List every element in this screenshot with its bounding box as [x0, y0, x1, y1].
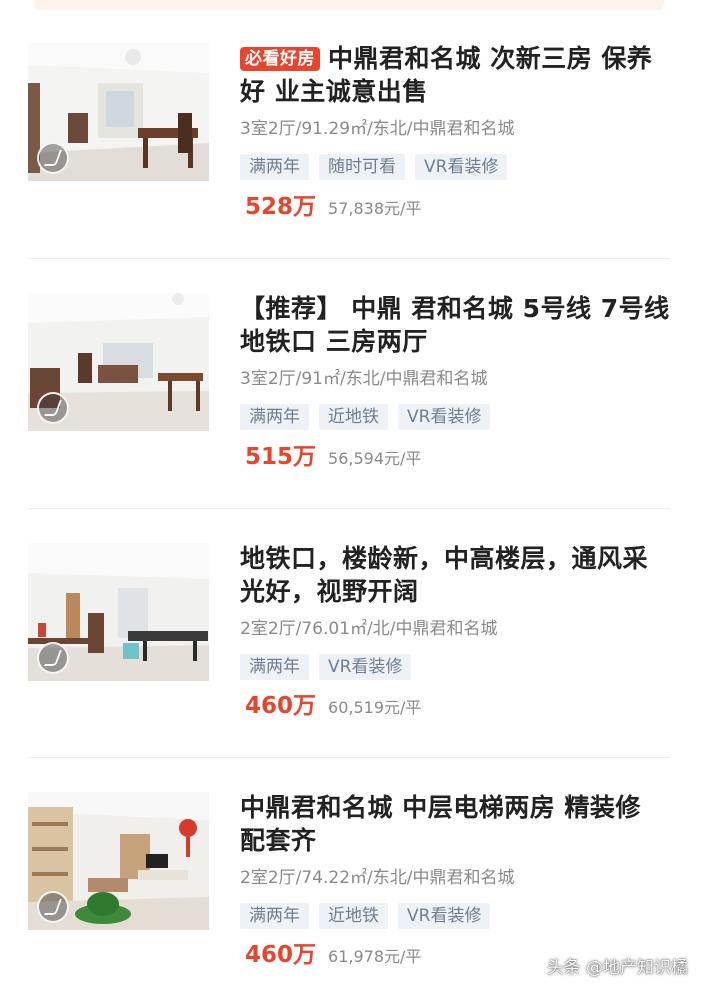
listing-tags: 满两年 随时可看 VR看装修 [240, 154, 508, 180]
unit-price: 57,838元/平 [328, 199, 422, 218]
total-price: 515万 [245, 444, 317, 470]
listing-title[interactable]: 必看好房 中鼎君和名城 次新三房 保养好 业主诚意出售 [240, 42, 670, 108]
listing-photo[interactable] [28, 543, 209, 681]
unit-price: 56,594元/平 [328, 449, 422, 468]
tag: 随时可看 [319, 154, 405, 180]
price-row: 528万 57,838元/平 [245, 192, 421, 222]
tag: VR看装修 [415, 154, 508, 180]
listing-title[interactable]: 【推荐】 中鼎 君和名城 5号线 7号线地铁口 三房两厅 [240, 292, 670, 358]
vr-tour-icon[interactable] [37, 392, 69, 424]
source-watermark: 头条 @地产知识橘 [546, 958, 688, 978]
listing-card-3[interactable]: 地铁口，楼龄新，中高楼层，通风采光好，视野开阔 2室2厅/76.01㎡/北/中鼎… [0, 500, 704, 750]
total-price: 460万 [245, 693, 317, 719]
listing-tags: 满两年 VR看装修 [240, 654, 412, 680]
tag: 近地铁 [319, 903, 388, 929]
listing-info: 2室2厅/76.01㎡/北/中鼎君和名城 [240, 619, 498, 639]
price-row: 460万 61,978元/平 [245, 940, 421, 970]
tag: 满两年 [240, 903, 309, 929]
listing-photo[interactable] [28, 43, 209, 181]
listing-tags: 满两年 近地铁 VR看装修 [240, 903, 491, 929]
listing-title[interactable]: 地铁口，楼龄新，中高楼层，通风采光好，视野开阔 [240, 542, 670, 608]
listing-photo[interactable] [28, 792, 209, 930]
tag: VR看装修 [398, 903, 491, 929]
tag: VR看装修 [319, 654, 412, 680]
unit-price: 61,978元/平 [328, 947, 422, 966]
tag: 近地铁 [319, 404, 388, 430]
listing-photo[interactable] [28, 293, 209, 431]
price-row: 515万 56,594元/平 [245, 442, 421, 472]
tag: 满两年 [240, 404, 309, 430]
price-row: 460万 60,519元/平 [245, 691, 421, 721]
listing-page: 必看好房 中鼎君和名城 次新三房 保养好 业主诚意出售 3室2厅/91.29㎡/东… [0, 0, 704, 988]
listing-info: 2室2厅/74.22㎡/东北/中鼎君和名城 [240, 868, 515, 888]
listing-card-1[interactable]: 必看好房 中鼎君和名城 次新三房 保养好 业主诚意出售 3室2厅/91.29㎡/东… [0, 0, 704, 250]
vr-tour-icon[interactable] [37, 642, 69, 674]
must-see-badge: 必看好房 [240, 47, 320, 71]
listing-info: 3室2厅/91㎡/东北/中鼎君和名城 [240, 369, 488, 389]
listing-tags: 满两年 近地铁 VR看装修 [240, 404, 491, 430]
tag: 满两年 [240, 154, 309, 180]
total-price: 460万 [245, 942, 317, 968]
vr-tour-icon[interactable] [37, 142, 69, 174]
unit-price: 60,519元/平 [328, 698, 422, 717]
tag: 满两年 [240, 654, 309, 680]
listing-card-2[interactable]: 【推荐】 中鼎 君和名城 5号线 7号线地铁口 三房两厅 3室2厅/91㎡/东北… [0, 250, 704, 500]
total-price: 528万 [245, 194, 317, 220]
listing-title[interactable]: 中鼎君和名城 中层电梯两房 精装修 配套齐 [240, 791, 670, 857]
tag: VR看装修 [398, 404, 491, 430]
listing-info: 3室2厅/91.29㎡/东北/中鼎君和名城 [240, 119, 515, 139]
vr-tour-icon[interactable] [37, 891, 69, 923]
